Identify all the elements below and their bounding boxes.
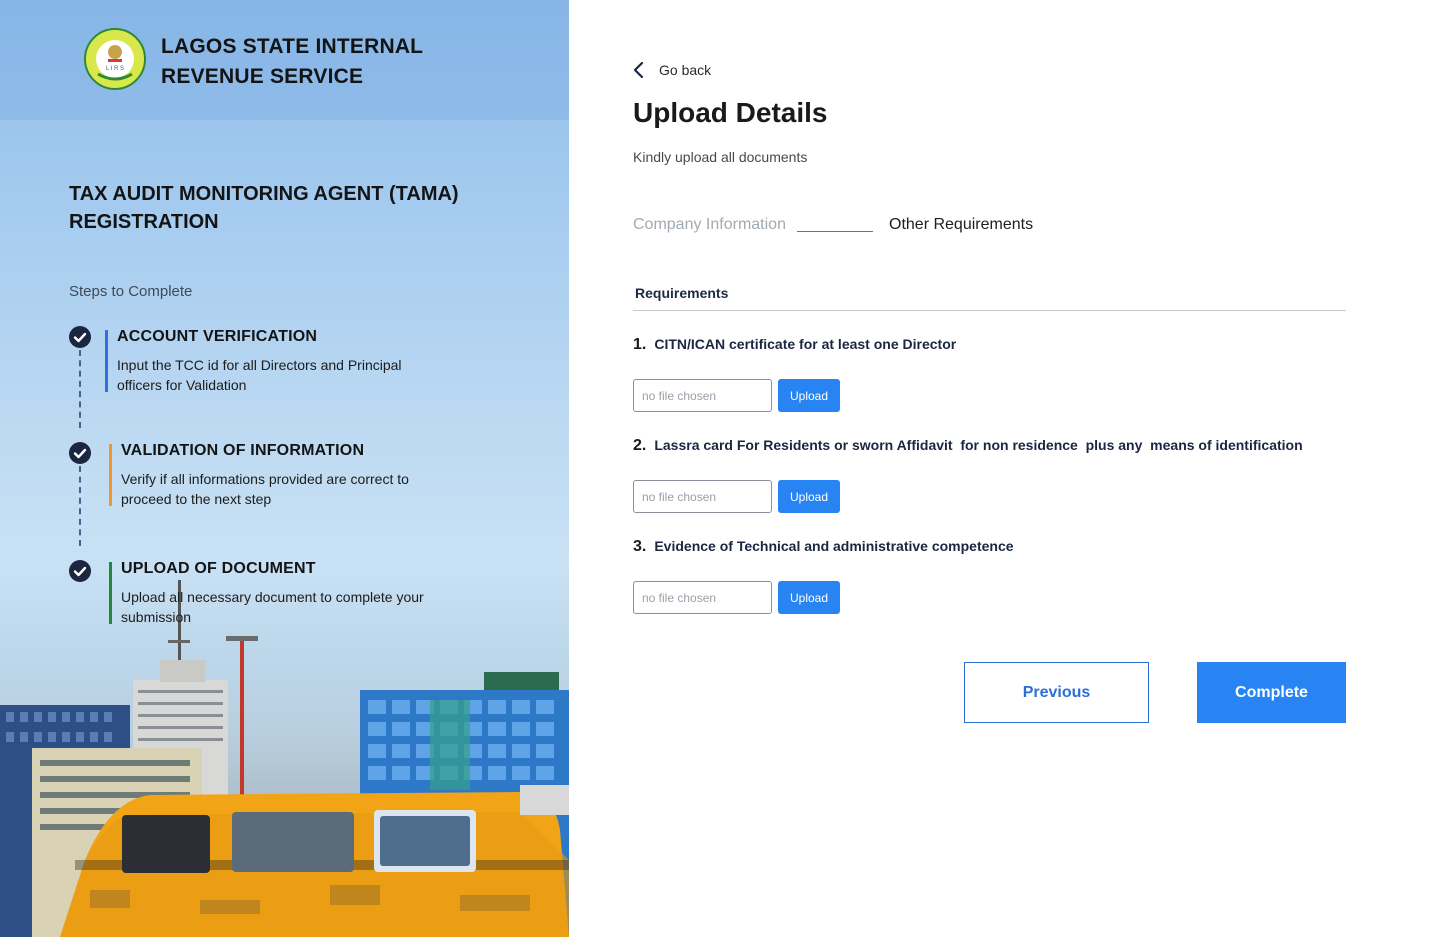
tab-other-requirements[interactable]: Other Requirements: [889, 216, 1033, 234]
step-title: ACCOUNT VERIFICATION: [117, 328, 318, 345]
previous-button[interactable]: Previous: [964, 662, 1149, 723]
requirement-item: 2. Lassra card For Residents or sworn Af…: [633, 437, 1303, 455]
lirs-seal-logo-icon: L I R S: [84, 28, 146, 90]
upload-button[interactable]: Upload: [778, 480, 840, 513]
page-title: Upload Details: [633, 97, 828, 128]
tab-divider: [797, 231, 873, 232]
go-back-link[interactable]: Go back: [633, 60, 711, 80]
file-input[interactable]: [633, 581, 772, 614]
left-panel: L I R S LAGOS STATE INTERNAL REVENUE SER…: [0, 0, 569, 937]
step-description: Verify if all informations provided are …: [121, 471, 409, 507]
requirement-text: Lassra card For Residents or sworn Affid…: [654, 437, 1303, 453]
page-subtitle: Kindly upload all documents: [633, 149, 808, 165]
go-back-label: Go back: [659, 62, 712, 78]
requirements-divider: [633, 310, 1346, 311]
file-input[interactable]: [633, 379, 772, 412]
check-circle-icon: [69, 560, 91, 582]
upload-button[interactable]: Upload: [778, 379, 840, 412]
registration-title-line-1: TAX AUDIT MONITORING AGENT (TAMA): [69, 183, 459, 205]
svg-text:L I R S: L I R S: [106, 66, 124, 72]
brand-name: LAGOS STATE INTERNAL REVENUE SERVICE: [161, 32, 423, 92]
step-accent-bar: [109, 562, 112, 624]
requirement-number: 1.: [633, 336, 647, 353]
file-input[interactable]: [633, 480, 772, 513]
brand-line-2: REVENUE SERVICE: [161, 65, 364, 88]
step-connector: [79, 350, 81, 428]
check-circle-icon: [69, 326, 91, 348]
step-accent-bar: [109, 444, 112, 506]
requirement-item: 3. Evidence of Technical and administrat…: [633, 538, 1014, 556]
brand-line-1: LAGOS STATE INTERNAL: [161, 35, 424, 58]
requirement-text: CITN/ICAN certificate for at least one D…: [654, 336, 957, 352]
step-title: UPLOAD OF DOCUMENT: [121, 560, 316, 577]
requirements-heading: Requirements: [635, 285, 729, 301]
requirement-item: 1. CITN/ICAN certificate for at least on…: [633, 336, 956, 354]
requirement-text: Evidence of Technical and administrative…: [654, 538, 1014, 554]
registration-title-line-2: REGISTRATION: [69, 211, 219, 233]
step-description: Input the TCC id for all Directors and P…: [117, 357, 402, 393]
tab-company-information[interactable]: Company Information: [633, 216, 786, 234]
registration-title: TAX AUDIT MONITORING AGENT (TAMA) REGIST…: [69, 180, 489, 236]
step-description: Upload all necessary document to complet…: [121, 589, 424, 625]
step-title: VALIDATION OF INFORMATION: [121, 442, 365, 459]
complete-button[interactable]: Complete: [1197, 662, 1346, 723]
step-accent-bar: [105, 330, 108, 392]
upload-button[interactable]: Upload: [778, 581, 840, 614]
requirement-number: 2.: [633, 437, 647, 454]
chevron-left-icon: [633, 61, 644, 79]
steps-label: Steps to Complete: [69, 283, 193, 300]
requirement-number: 3.: [633, 538, 647, 555]
step-connector: [79, 466, 81, 546]
check-circle-icon: [69, 442, 91, 464]
